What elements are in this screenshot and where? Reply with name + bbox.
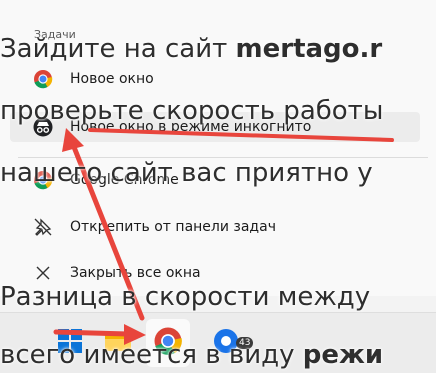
pointer-arrow-right bbox=[53, 329, 131, 337]
underline-arrow bbox=[88, 128, 394, 142]
arrowhead-right bbox=[124, 324, 146, 345]
pointer-arrow-up bbox=[69, 139, 145, 321]
annotation-arrows bbox=[53, 128, 394, 345]
arrowhead-up bbox=[62, 128, 84, 152]
